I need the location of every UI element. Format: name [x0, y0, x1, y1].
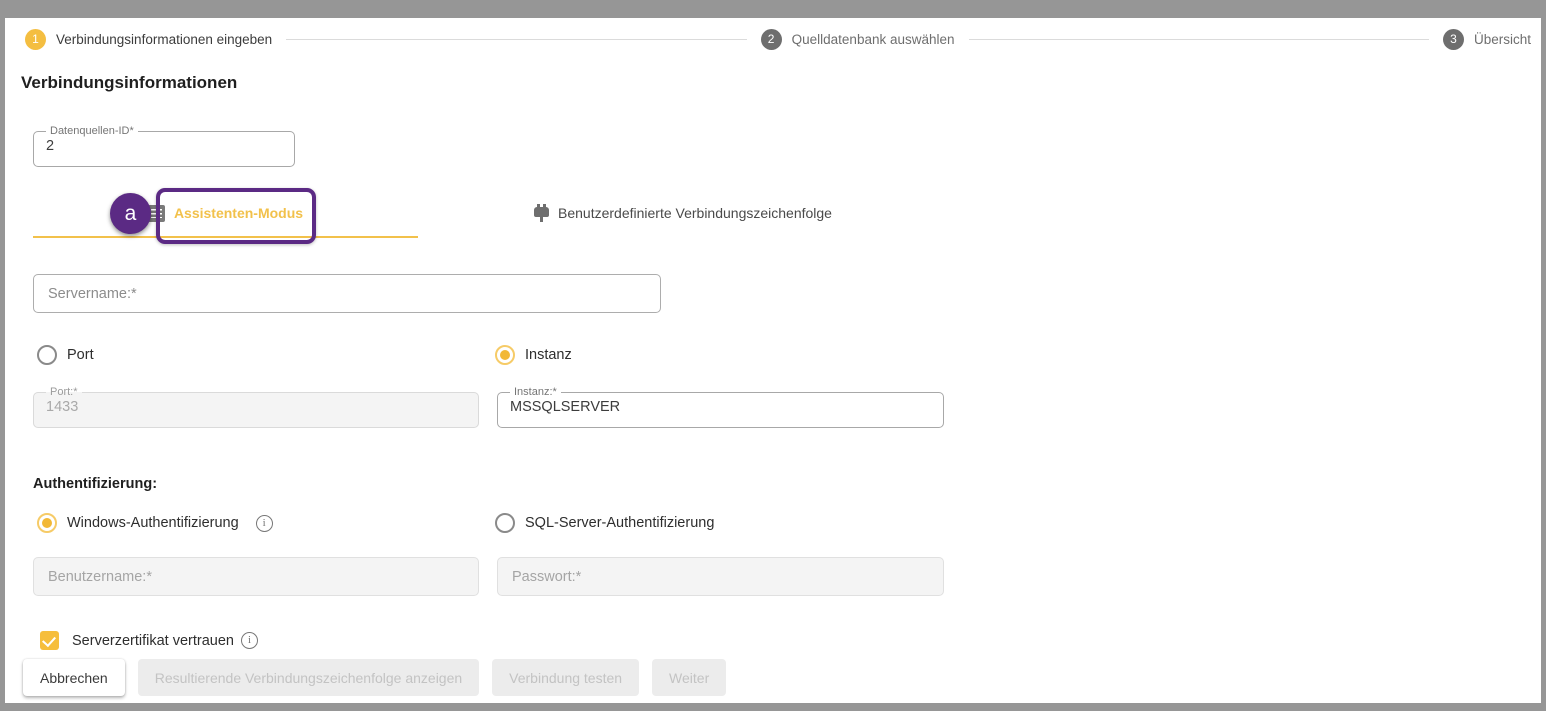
datasource-id-field: Datenquellen-ID*: [33, 126, 295, 167]
info-icon[interactable]: [241, 632, 258, 649]
radio-port[interactable]: Port: [37, 345, 94, 365]
annotation-badge-a: a: [110, 193, 151, 234]
stepper: 1 Verbindungsinformationen eingeben 2 Qu…: [25, 24, 1531, 54]
radio-windows-auth[interactable]: Windows-Authentifizierung: [37, 513, 273, 533]
radio-instanz-label: Instanz: [525, 347, 572, 363]
radio-port-circle-icon: [37, 345, 57, 365]
test-connection-button[interactable]: Verbindung testen: [492, 659, 639, 696]
trust-server-certificate-label: Serverzertifikat vertrauen: [72, 633, 234, 649]
show-connection-string-button[interactable]: Resultierende Verbindungszeichenfolge an…: [138, 659, 479, 696]
step-2-source-database: 2 Quelldatenbank auswählen: [761, 29, 955, 50]
password-input[interactable]: [497, 557, 944, 596]
tab-assistenten-modus-label: Assistenten-Modus: [174, 205, 303, 221]
datasource-id-label: Datenquellen-ID*: [46, 126, 138, 137]
datasource-id-input[interactable]: [44, 137, 284, 161]
radio-sql-auth[interactable]: SQL-Server-Authentifizierung: [495, 513, 714, 533]
plug-icon: [534, 204, 549, 222]
checkbox-checked-icon[interactable]: [40, 631, 59, 650]
username-input[interactable]: [33, 557, 479, 596]
step-2-number-badge: 2: [761, 29, 782, 50]
instanz-input[interactable]: [508, 398, 933, 422]
step-1-label: Verbindungsinformationen eingeben: [56, 32, 272, 47]
step-1-connection-info: 1 Verbindungsinformationen eingeben: [25, 29, 272, 50]
radio-port-label: Port: [67, 347, 94, 363]
step-1-number-badge: 1: [25, 29, 46, 50]
tab-custom-label: Benutzerdefinierte Verbindungszeichenfol…: [558, 205, 832, 221]
cancel-button[interactable]: Abbrechen: [23, 659, 125, 696]
instanz-field-label: Instanz:*: [510, 387, 561, 398]
radio-instanz[interactable]: Instanz: [495, 345, 572, 365]
stepper-connector: [286, 39, 746, 40]
authentication-radio-group: Windows-Authentifizierung SQL-Server-Aut…: [33, 513, 1541, 535]
tab-assistenten-modus[interactable]: Assistenten-Modus: [33, 190, 418, 238]
port-field: Port:*: [33, 387, 479, 428]
step-3-overview: 3 Übersicht: [1443, 29, 1531, 50]
authentication-heading: Authentifizierung:: [33, 476, 157, 492]
radio-windows-auth-label: Windows-Authentifizierung: [67, 515, 239, 531]
step-3-number-badge: 3: [1443, 29, 1464, 50]
tab-benutzerdefinierte-verbindungszeichenfolge[interactable]: Benutzerdefinierte Verbindungszeichenfol…: [418, 190, 948, 238]
wizard-window: 1 Verbindungsinformationen eingeben 2 Qu…: [5, 18, 1541, 703]
action-button-row: Abbrechen Resultierende Verbindungszeich…: [23, 659, 726, 696]
stepper-connector: [969, 39, 1429, 40]
radio-instanz-circle-icon: [495, 345, 515, 365]
port-instance-radio-group: Port Instanz: [33, 345, 1541, 367]
connection-mode-tabs: Assistenten-Modus Benutzerdefinierte Ver…: [33, 190, 948, 238]
port-input[interactable]: [44, 398, 468, 422]
trust-server-certificate-row: Serverzertifikat vertrauen: [40, 631, 258, 650]
step-2-label: Quelldatenbank auswählen: [792, 32, 955, 47]
radio-windows-auth-circle-icon: [37, 513, 57, 533]
step-3-label: Übersicht: [1474, 32, 1531, 47]
servername-input[interactable]: [33, 274, 661, 313]
page-title: Verbindungsinformationen: [21, 73, 237, 93]
radio-sql-auth-circle-icon: [495, 513, 515, 533]
info-icon[interactable]: [256, 515, 273, 532]
instanz-field: Instanz:*: [497, 387, 944, 428]
next-button[interactable]: Weiter: [652, 659, 726, 696]
port-field-label: Port:*: [46, 387, 82, 398]
radio-sql-auth-label: SQL-Server-Authentifizierung: [525, 515, 714, 531]
